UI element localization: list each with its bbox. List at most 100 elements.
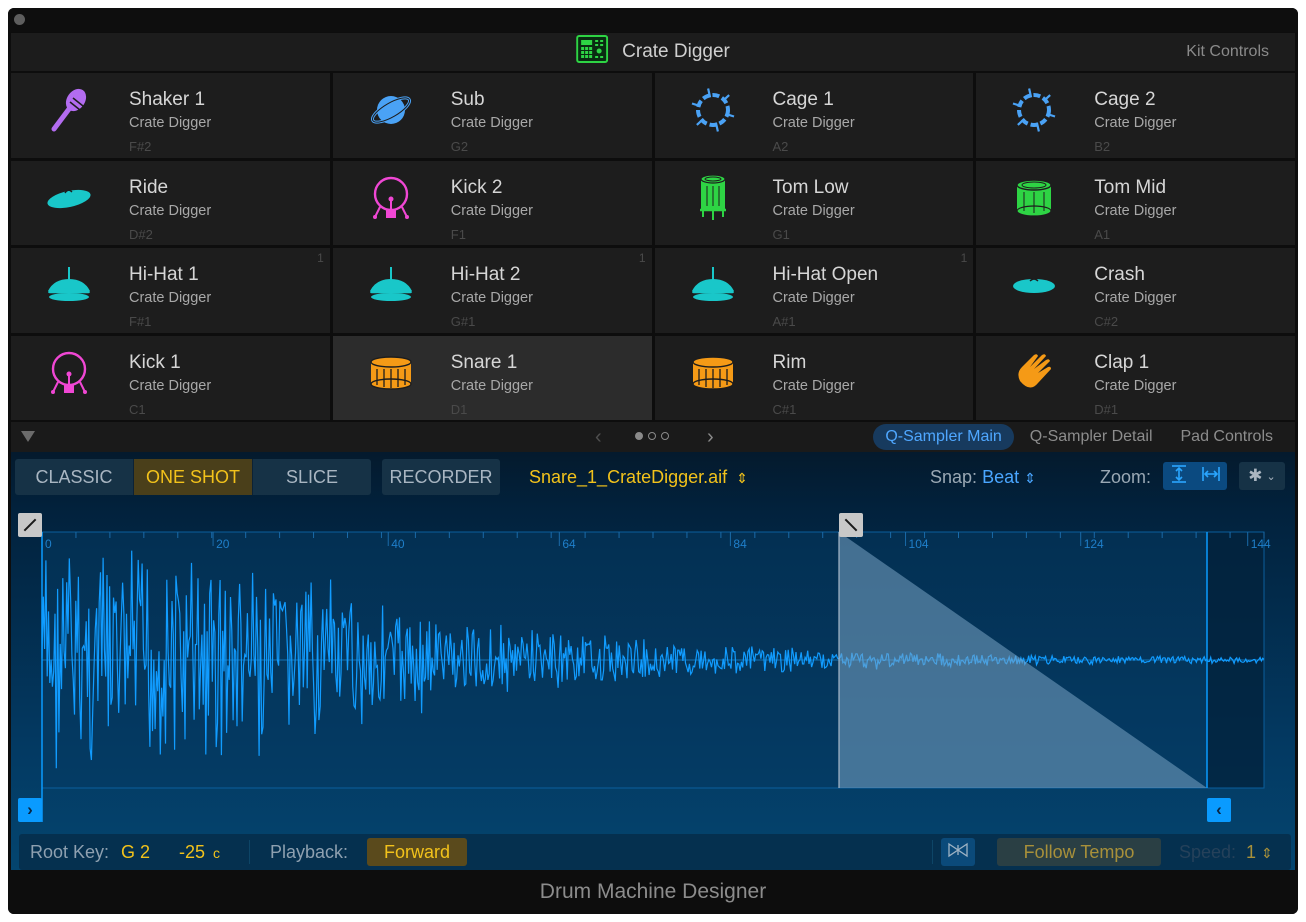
pad-name: Rim	[772, 351, 807, 373]
up-down-chevron-icon: ⇕	[1261, 845, 1273, 861]
pad-name: Tom Mid	[1094, 176, 1167, 198]
planet-icon	[363, 85, 419, 135]
fine-tune-field[interactable]: -25 c	[179, 834, 220, 870]
pad-shaker-1[interactable]: Shaker 1 Crate Digger F#2	[11, 73, 330, 158]
pad-kick-1[interactable]: Kick 1 Crate Digger C1	[11, 335, 330, 420]
tab-q-sampler-detail[interactable]: Q-Sampler Detail	[1018, 424, 1165, 450]
snare-drum-icon	[363, 348, 419, 398]
pad-note: C#2	[1094, 314, 1119, 329]
divider	[249, 840, 250, 864]
pad-kit-name: Crate Digger	[129, 202, 212, 219]
pad-cage-2[interactable]: Cage 2 Crate Digger B2	[976, 73, 1295, 158]
pad-name: Shaker 1	[129, 89, 206, 110]
pad-clap-1[interactable]: Clap 1 Crate Digger D#1	[976, 335, 1295, 420]
pad-snare-1[interactable]: Snare 1 Crate Digger D1	[332, 335, 652, 420]
page-dot-1[interactable]	[635, 432, 643, 440]
speed-value: 1	[1246, 842, 1257, 862]
speed-selector[interactable]: 1 ⇕	[1246, 834, 1273, 870]
pad-name: Kick 2	[450, 176, 503, 198]
crash-cymbal-icon	[1006, 260, 1062, 310]
pad-kit-name: Crate Digger	[1094, 290, 1177, 306]
ruler-label: 84	[733, 537, 747, 551]
pad-hi-hat-1[interactable]: Hi-Hat 1 Crate Digger F#1 1	[11, 248, 330, 333]
sample-start-fade-handle[interactable]	[18, 513, 42, 537]
ruler-label: 124	[1084, 537, 1104, 551]
flex-mode-button[interactable]	[941, 838, 975, 866]
cage-icon	[1006, 85, 1062, 135]
pad-name: Hi-Hat 1	[129, 264, 199, 285]
ruler-label: 20	[216, 537, 230, 551]
next-page-button[interactable]: ›	[707, 422, 714, 452]
pad-cage-1[interactable]: Cage 1 Crate Digger A2	[654, 73, 974, 158]
pad-kit-name: Crate Digger	[772, 290, 855, 306]
playback-direction-button[interactable]: Forward	[367, 838, 467, 866]
pad-note: B2	[1094, 139, 1111, 154]
pad-kit-name: Crate Digger	[450, 290, 533, 306]
pad-name: Cage 1	[772, 89, 834, 110]
q-sampler-panel: CLASSIC ONE SHOT SLICE RECORDER Snare_1_…	[11, 452, 1295, 870]
pad-crash[interactable]: Crash Crate Digger C#2	[976, 248, 1295, 333]
ruler-label: 64	[562, 537, 576, 551]
pad-sub[interactable]: Sub Crate Digger G2	[332, 73, 652, 158]
divider	[932, 840, 933, 864]
collapse-triangle-icon[interactable]	[21, 431, 35, 442]
tab-q-sampler-main[interactable]: Q-Sampler Main	[873, 424, 1014, 450]
root-key-value[interactable]: G 2	[121, 834, 150, 870]
ruler-label: 0	[45, 537, 52, 551]
hihat-icon	[41, 260, 97, 310]
pad-note: D#2	[129, 226, 153, 242]
drum-machine-designer-window: Crate Digger Kit Controls Shaker 1 Crate…	[8, 8, 1298, 914]
pad-kit-name: Crate Digger	[450, 115, 533, 131]
floor-tom-icon	[685, 173, 741, 223]
tom-icon	[1006, 173, 1062, 223]
pad-ride[interactable]: Ride Crate Digger D#2	[11, 160, 330, 245]
choke-group-number: 1	[317, 251, 324, 265]
pad-kit-name: Crate Digger	[772, 115, 855, 131]
window-footer-title: Drum Machine Designer	[8, 870, 1298, 914]
pad-kick-2[interactable]: Kick 2 Crate Digger F1	[332, 160, 652, 245]
previous-page-button[interactable]: ‹	[595, 422, 602, 452]
cage-icon	[685, 85, 741, 135]
pad-rim[interactable]: Rim Crate Digger C#1	[654, 335, 974, 420]
pad-name: Hi-Hat Open	[772, 264, 879, 285]
ruler-label: 40	[391, 537, 405, 551]
pad-tom-mid[interactable]: Tom Mid Crate Digger A1	[976, 160, 1295, 245]
page-dot-2[interactable]	[648, 432, 656, 440]
ride-cymbal-icon	[41, 173, 97, 223]
kick-drum-icon	[363, 173, 419, 223]
waveform-display[interactable]: 0 20 40 64 84 104 124 144	[11, 452, 1295, 832]
follow-tempo-button[interactable]: Follow Tempo	[997, 838, 1161, 866]
kit-name: Crate Digger	[622, 41, 730, 62]
fade-out-handle[interactable]	[839, 513, 863, 537]
kit-title[interactable]: Crate Digger	[576, 33, 730, 71]
pad-pager-bar: ‹ › Q-Sampler Main Q-Sampler Detail Pad …	[11, 422, 1295, 452]
close-window-button[interactable]	[14, 14, 25, 25]
choke-group-number: 1	[960, 251, 968, 265]
pad-note: G#1	[450, 314, 476, 329]
fine-tune-value: -25	[179, 842, 206, 862]
pad-note: G2	[450, 139, 469, 154]
pad-kit-name: Crate Digger	[1094, 377, 1177, 394]
pad-kit-name: Crate Digger	[772, 202, 855, 219]
pad-kit-name: Crate Digger	[1094, 202, 1177, 219]
tab-pad-controls[interactable]: Pad Controls	[1169, 424, 1286, 450]
pad-name: Tom Low	[772, 176, 849, 198]
pad-hi-hat-open[interactable]: Hi-Hat Open Crate Digger A#1 1	[654, 248, 974, 333]
pad-note: F1	[450, 226, 466, 242]
pad-kit-name: Crate Digger	[772, 377, 855, 394]
pad-name: Ride	[129, 176, 169, 198]
kit-controls-button[interactable]: Kit Controls	[1186, 33, 1269, 71]
root-key-label: Root Key:	[30, 842, 110, 862]
pad-name: Hi-Hat 2	[450, 264, 521, 285]
pad-kit-name: Crate Digger	[450, 202, 533, 219]
pad-note: C1	[129, 401, 146, 417]
kit-header: Crate Digger Kit Controls	[11, 33, 1295, 71]
sample-start-marker[interactable]: ›	[18, 798, 42, 822]
ruler-label: 144	[1251, 537, 1271, 551]
hihat-icon	[363, 260, 419, 310]
choke-group-number: 1	[638, 251, 646, 265]
pad-hi-hat-2[interactable]: Hi-Hat 2 Crate Digger G#1 1	[332, 248, 652, 333]
sample-end-marker[interactable]: ‹	[1207, 798, 1231, 822]
page-dot-3[interactable]	[661, 432, 669, 440]
pad-tom-low[interactable]: Tom Low Crate Digger G1	[654, 160, 974, 245]
